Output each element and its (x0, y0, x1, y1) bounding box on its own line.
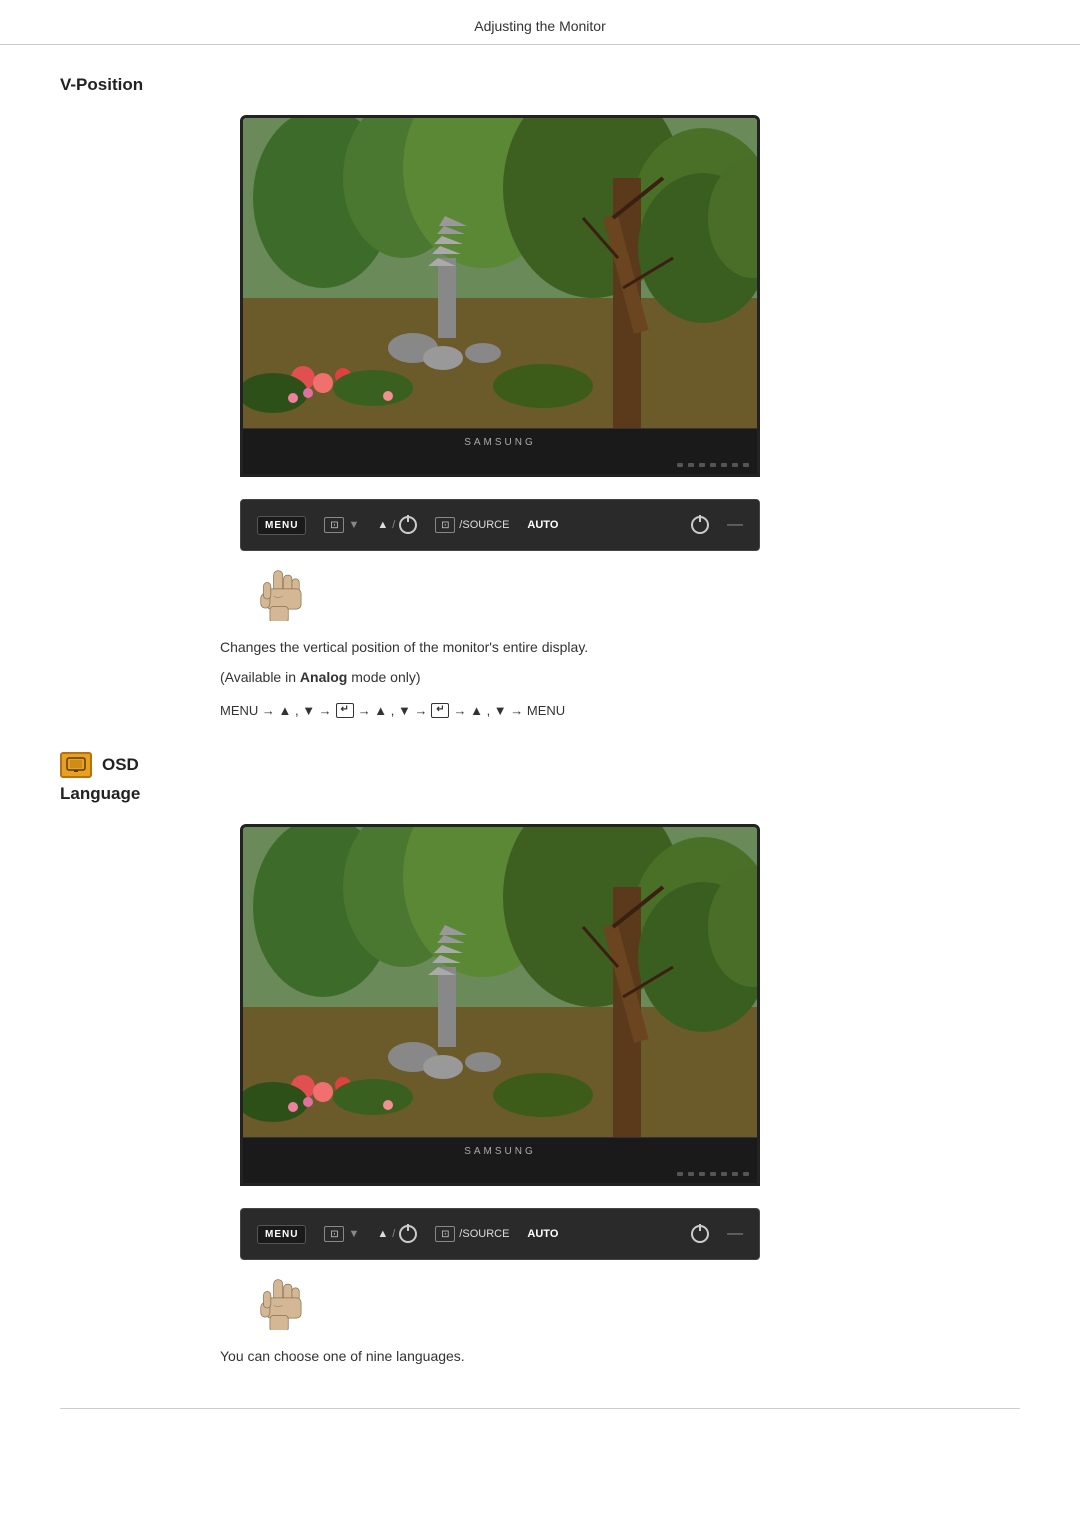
osd-auto-label[interactable]: AUTO (527, 519, 558, 531)
osd-section-title: OSD (102, 755, 139, 775)
osd-item-2-3: ⊡ /SOURCE (435, 1226, 509, 1242)
osd-icon-1: ⊡ (324, 517, 344, 533)
ctrl-dot (721, 463, 727, 467)
osd-power-btn-2[interactable] (691, 1225, 709, 1243)
nav-enter-icon-2: ↵ (431, 703, 449, 718)
osd-source-icon-2: ⊡ (435, 1226, 455, 1242)
monitor-image-1: SAMSUNG (240, 115, 1020, 477)
osd-power-icon-2 (399, 1225, 417, 1243)
osd-item-2: ▲ / (377, 516, 417, 534)
v-position-nav-path: MENU → ▲ , ▼ → ↵ → ▲ , ▼ → ↵ → ▲ , ▼ → M… (220, 699, 1020, 722)
ctrl-dot (721, 1172, 727, 1176)
hand-cursor-area-1 (255, 561, 1020, 616)
osd-menu-label-1[interactable]: MENU (257, 516, 306, 535)
osd-menu-label-2[interactable]: MENU (257, 1225, 306, 1244)
hand-icon-1 (255, 566, 305, 621)
monitor-image-2: SAMSUNG (240, 824, 1020, 1186)
osd-slash: / (392, 519, 395, 531)
monitor-controls-1 (243, 456, 757, 474)
monitor-frame-1: SAMSUNG (240, 115, 760, 477)
page-footer (60, 1408, 1020, 1409)
v-position-description: Changes the vertical position of the mon… (220, 636, 1020, 722)
osd-item-2-2: ▲ / (377, 1225, 417, 1243)
page-title: Adjusting the Monitor (474, 18, 606, 34)
ctrl-dot (677, 463, 683, 467)
osd-bar-wrapper-2: MENU ⊡ ▼ ▲ / ⊡ /SOURCE AUTO — (240, 1208, 1020, 1260)
hand-cursor-area-2 (255, 1270, 1020, 1325)
osd-divider-1: ▼ (348, 519, 359, 531)
osd-bar-1: MENU ⊡ ▼ ▲ / ⊡ /SOURCE AUTO — (240, 499, 760, 551)
page-header: Adjusting the Monitor (0, 0, 1080, 45)
language-description: You can choose one of nine languages. (220, 1345, 1020, 1367)
osd-dash: — (727, 516, 743, 534)
ctrl-dot (710, 1172, 716, 1176)
osd-divider-2-1: ▼ (348, 1228, 359, 1240)
ctrl-dot (732, 463, 738, 467)
osd-up-arrow-2: ▲ (377, 1228, 388, 1240)
osd-source-label: /SOURCE (459, 519, 509, 531)
ctrl-dot (743, 463, 749, 467)
ctrl-dot (688, 1172, 694, 1176)
osd-bar-2: MENU ⊡ ▼ ▲ / ⊡ /SOURCE AUTO — (240, 1208, 760, 1260)
ctrl-dot (688, 463, 694, 467)
osd-power-icon (399, 516, 417, 534)
language-title: Language (60, 784, 1020, 804)
ctrl-dot (710, 463, 716, 467)
page-content: V-Position (0, 45, 1080, 1449)
monitor-screen-1 (243, 118, 757, 428)
osd-item-1: ⊡ ▼ (324, 517, 359, 533)
monitor-frame-2: SAMSUNG (240, 824, 760, 1186)
osd-up-arrow: ▲ (377, 519, 388, 531)
monitor-base-bar-1: SAMSUNG (243, 428, 757, 456)
ctrl-dot (743, 1172, 749, 1176)
osd-bar-wrapper-1: MENU ⊡ ▼ ▲ / ⊡ /SOURCE AUTO — (240, 499, 1020, 551)
osd-source-icon: ⊡ (435, 517, 455, 533)
v-position-desc2: (Available in Analog mode only) (220, 666, 1020, 688)
hand-icon-2 (255, 1275, 305, 1330)
language-desc: You can choose one of nine languages. (220, 1345, 1020, 1367)
osd-dash-2: — (727, 1225, 743, 1243)
osd-section-icon (66, 757, 86, 773)
ctrl-dot (732, 1172, 738, 1176)
osd-source-label-2: /SOURCE (459, 1228, 509, 1240)
ctrl-dot (677, 1172, 683, 1176)
samsung-logo-1: SAMSUNG (464, 437, 536, 448)
osd-section-header: OSD (60, 752, 1020, 778)
osd-slash-2: / (392, 1228, 395, 1240)
monitor-controls-2 (243, 1165, 757, 1183)
osd-icon-2-1: ⊡ (324, 1226, 344, 1242)
v-position-title: V-Position (60, 75, 1020, 95)
ctrl-dot (699, 463, 705, 467)
osd-auto-label-2[interactable]: AUTO (527, 1228, 558, 1240)
monitor-base-bar-2: SAMSUNG (243, 1137, 757, 1165)
v-position-desc1: Changes the vertical position of the mon… (220, 636, 1020, 658)
monitor-screen-2 (243, 827, 757, 1137)
osd-item-3: ⊡ /SOURCE (435, 517, 509, 533)
ctrl-dot (699, 1172, 705, 1176)
nav-enter-icon-1: ↵ (336, 703, 354, 718)
osd-section-icon-box (60, 752, 92, 778)
osd-item-2-1: ⊡ ▼ (324, 1226, 359, 1242)
samsung-logo-2: SAMSUNG (464, 1146, 536, 1157)
osd-power-btn[interactable] (691, 516, 709, 534)
